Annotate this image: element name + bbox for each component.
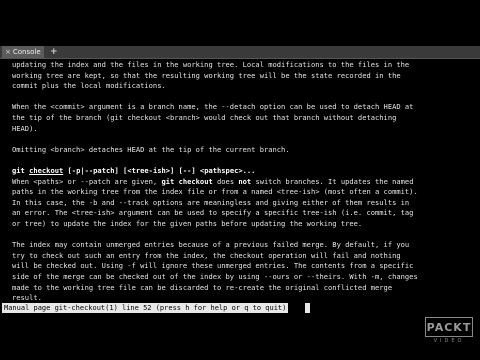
terminal-text: Omitting <branch> detaches HEAD at the t…	[12, 144, 290, 154]
terminal-output[interactable]: updating the index and the files in the …	[0, 58, 480, 302]
terminal-text: checkout	[29, 166, 64, 175]
terminal-line: working tree are kept, so that the resul…	[12, 70, 401, 81]
terminal-text: The index may contain unmerged entries b…	[12, 240, 410, 250]
terminal-text: git checkout	[161, 176, 213, 186]
terminal-line: The index may contain unmerged entries b…	[12, 239, 409, 250]
terminal-line: made to the working tree file can be dis…	[12, 282, 392, 293]
terminal-text: made to the working tree file can be dis…	[12, 282, 393, 292]
terminal-text: In this case, the -b and --track options…	[12, 197, 410, 207]
terminal-text: or tree) to update the index for the giv…	[12, 219, 363, 228]
terminal-line: When <paths> or --patch are given, git c…	[12, 176, 413, 187]
terminal-line: result.	[12, 292, 42, 302]
status-line: Manual page git-checkout(1) line 52 (pre…	[0, 302, 480, 314]
terminal-line: Omitting <branch> detaches HEAD at the t…	[12, 144, 290, 155]
terminal-line: or tree) to update the index for the giv…	[12, 218, 362, 229]
terminal-text: commit plus the local modifications.	[12, 81, 166, 91]
terminal-line: an error. The <tree-ish> argument can be…	[12, 207, 413, 218]
terminal-line: updating the index and the files in the …	[12, 59, 409, 70]
terminal-line: side of the merge can be checked out of …	[12, 271, 418, 282]
terminal-text: the tip of the branch (git checkout <bra…	[12, 113, 397, 122]
terminal-text: working tree are kept, so that the resul…	[12, 70, 401, 80]
terminal-text: git	[12, 166, 30, 175]
text-cursor	[305, 303, 310, 313]
terminal-line: git checkout [-p|--patch] [<tree-ish>] […	[12, 165, 255, 176]
add-tab-icon[interactable]: +	[50, 46, 58, 58]
terminal-text: not	[238, 176, 252, 186]
terminal-line: In this case, the -b and --track options…	[12, 197, 409, 208]
terminal-line: paths in the working tree from the index…	[12, 186, 418, 197]
packt-logo: PACKT VIDEO	[425, 317, 473, 347]
tab-label: Console	[12, 48, 41, 56]
terminal-text: switch branches. It updates the named	[251, 176, 414, 186]
terminal-text: an error. The <tree-ish> argument can be…	[12, 208, 414, 218]
terminal-text: When the <commit> argument is a branch n…	[12, 102, 414, 112]
terminal-text: try to check out such an entry from the …	[12, 250, 401, 260]
terminal-line: HEAD).	[12, 123, 38, 134]
terminal-text: does	[212, 176, 239, 186]
terminal-line: will be checked out. Using -f will ignor…	[12, 260, 413, 271]
terminal-text: side of the merge can be checked out of …	[12, 272, 418, 281]
logo-sub: VIDEO	[433, 338, 465, 344]
terminal-line: the tip of the branch (git checkout <bra…	[12, 112, 396, 123]
terminal-text: When <paths> or --patch are given,	[12, 176, 162, 186]
tab-console[interactable]: × Console	[2, 46, 44, 58]
terminal-line: try to check out such an entry from the …	[12, 250, 401, 261]
status-text: Manual page git-checkout(1) line 52 (pre…	[2, 303, 289, 313]
close-icon[interactable]: ×	[5, 46, 11, 58]
terminal-text: paths in the working tree from the index…	[12, 187, 418, 197]
terminal-text: result.	[12, 293, 42, 302]
terminal-text: HEAD).	[12, 123, 38, 133]
terminal-text: will be checked out. Using -f will ignor…	[12, 261, 414, 271]
logo-brand: PACKT	[425, 317, 473, 337]
terminal-text: [-p|--patch] [<tree-ish>] [--] <pathspec…	[63, 166, 256, 175]
terminal-line: When the <commit> argument is a branch n…	[12, 101, 413, 112]
terminal-line: commit plus the local modifications.	[12, 80, 166, 91]
terminal-text: updating the index and the files in the …	[12, 60, 410, 69]
